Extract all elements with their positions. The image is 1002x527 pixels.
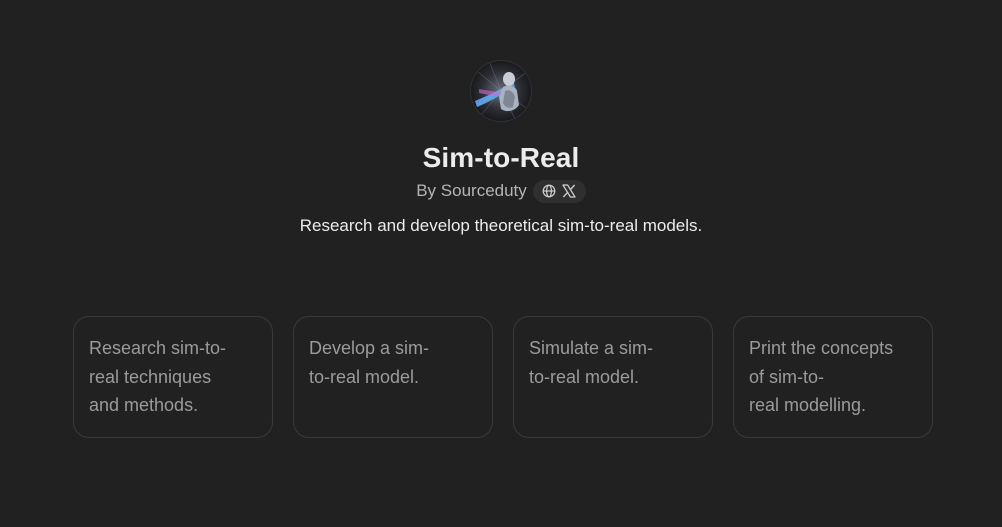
author-byline: By Sourceduty: [416, 179, 586, 203]
gpt-avatar: [471, 61, 531, 121]
starter-card[interactable]: Develop a sim- to-real model.: [293, 316, 493, 438]
starter-card-text: Research sim-to- real techniques and met…: [89, 338, 227, 415]
gpt-header: Sim-to-Real By Sourceduty Research and d…: [0, 0, 1002, 238]
x-logo-icon[interactable]: [562, 184, 577, 199]
social-links: [532, 179, 586, 203]
starter-card[interactable]: Simulate a sim- to-real model.: [513, 316, 713, 438]
avatar-image: [471, 61, 531, 121]
starter-card-text: Print the concepts of sim-to- real model…: [749, 338, 894, 415]
conversation-starters: Research sim-to- real techniques and met…: [73, 316, 933, 438]
gpt-title: Sim-to-Real: [422, 142, 580, 173]
gpt-intro-page: Sim-to-Real By Sourceduty Research and d…: [0, 0, 1002, 527]
globe-icon[interactable]: [542, 184, 557, 199]
gpt-description: Research and develop theoretical sim-to-…: [299, 216, 703, 235]
author-prefix: By: [416, 181, 437, 200]
starter-card[interactable]: Print the concepts of sim-to- real model…: [733, 316, 933, 438]
author-name: Sourceduty: [440, 181, 527, 200]
starter-card[interactable]: Research sim-to- real techniques and met…: [73, 316, 273, 438]
starter-card-text: Develop a sim- to-real model.: [309, 338, 430, 387]
author-text: By Sourceduty: [416, 181, 527, 201]
starter-card-text: Simulate a sim- to-real model.: [529, 338, 654, 387]
